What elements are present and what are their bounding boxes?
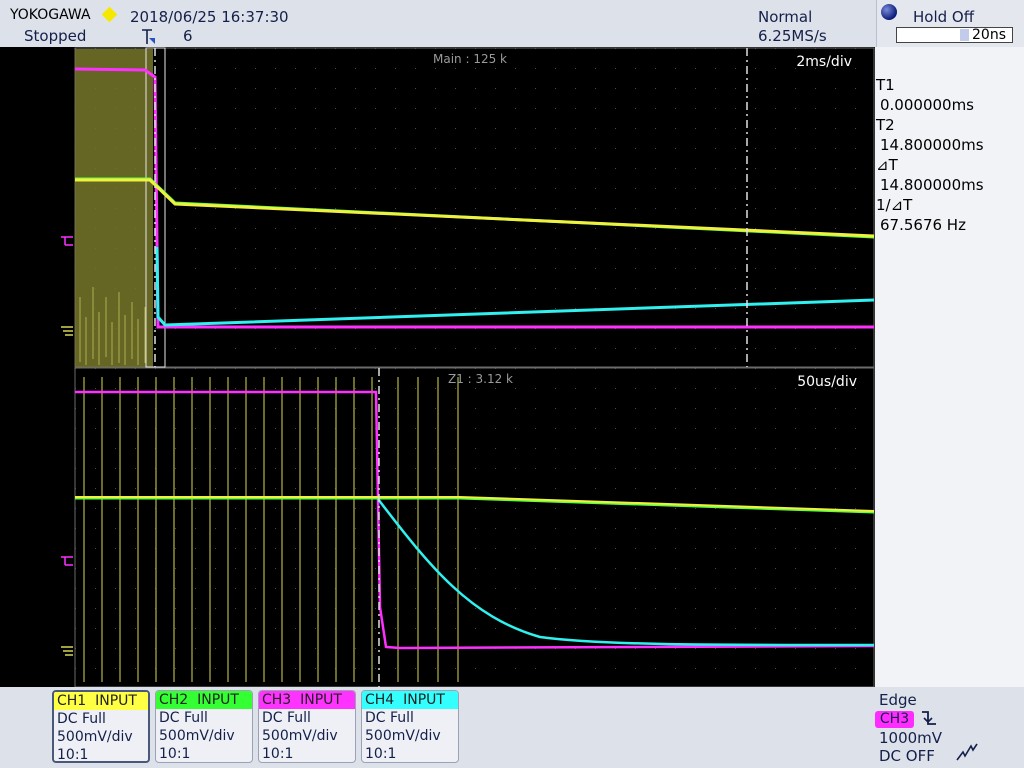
ch2-vdiv: 500mV/div — [159, 728, 235, 744]
sample-rate: 6.25MS/s — [758, 27, 827, 45]
ch2-mode: INPUT — [197, 692, 239, 708]
zoom-window-label: Z1 : 3.12 k — [448, 372, 513, 386]
ch1-header: CH1 INPUT — [54, 692, 148, 710]
trigger-source-badge[interactable]: CH3 — [875, 711, 914, 728]
ch1-vdiv: 500mV/div — [57, 729, 133, 745]
trigger-level: 1000mV — [879, 729, 943, 747]
cursor-dt-value: 14.800000ms — [880, 176, 984, 194]
cursor-t1-label: T1 — [876, 76, 895, 94]
cursor-t1-value: 0.000000ms — [880, 96, 974, 114]
acquisition-count: 6 — [183, 27, 193, 45]
holdoff-input[interactable]: 20ns — [896, 27, 1013, 43]
trigger-level-marker-main — [61, 236, 73, 246]
cursor-inv-dt-value: 67.5676 Hz — [880, 216, 966, 234]
main-timebase: 2ms/div — [796, 54, 852, 70]
ch4-vdiv: 500mV/div — [365, 728, 441, 744]
cursor-dt-label: ⊿T — [876, 156, 898, 174]
ch1-probe: 10:1 — [57, 747, 89, 763]
main-window-label: Main : 125 k — [433, 52, 507, 66]
holdoff-label: Hold Off — [913, 8, 975, 26]
trigger-position-icon — [142, 29, 155, 44]
ch3-vdiv: 500mV/div — [262, 728, 338, 744]
trigger-coupling: DC OFF — [879, 747, 935, 765]
ch4-mode: INPUT — [403, 692, 445, 708]
trigger-level-marker-zoom — [61, 556, 73, 566]
ch4-coupling: DC Full — [365, 710, 414, 726]
ch4-probe: 10:1 — [365, 746, 397, 762]
ch3-mode: INPUT — [300, 692, 342, 708]
brand-logo: YOKOGAWA — [10, 7, 91, 23]
ground-marker-zoom — [61, 646, 73, 656]
ch3-coupling: DC Full — [262, 710, 311, 726]
ch1-name: CH1 — [57, 693, 87, 709]
ch2-probe: 10:1 — [159, 746, 191, 762]
run-state: Stopped — [24, 27, 87, 45]
ch1-card[interactable]: CH1 INPUT DC Full 500mV/div 10:1 — [52, 690, 150, 763]
zoom-window — [61, 367, 875, 687]
ch3-header: CH3 INPUT — [259, 691, 355, 709]
ground-marker-main — [61, 326, 73, 336]
knob-icon[interactable] — [881, 4, 897, 20]
ch1-mode: INPUT — [95, 693, 137, 709]
trigger-type[interactable]: Edge — [879, 691, 917, 709]
date-time: 2018/06/25 16:37:30 — [130, 8, 289, 26]
ch3-probe: 10:1 — [262, 746, 294, 762]
ch2-card[interactable]: CH2 INPUT DC Full 500mV/div 10:1 — [155, 690, 253, 763]
ch4-card[interactable]: CH4 INPUT DC Full 500mV/div 10:1 — [361, 690, 459, 763]
acquisition-mode[interactable]: Normal — [758, 8, 812, 26]
channel-bar — [0, 687, 1024, 768]
noise-reject-icon — [956, 743, 978, 761]
ch2-name: CH2 — [159, 692, 189, 708]
holdoff-value: 20ns — [972, 27, 1006, 43]
ch4-name: CH4 — [365, 692, 395, 708]
main-window — [61, 47, 875, 368]
ch3-name: CH3 — [262, 692, 292, 708]
zoom-region-highlight — [75, 49, 153, 367]
ch3-card[interactable]: CH3 INPUT DC Full 500mV/div 10:1 — [258, 690, 356, 763]
ch4-header: CH4 INPUT — [362, 691, 458, 709]
cursor-inv-dt-label: 1/⊿T — [876, 196, 913, 214]
ch2-header: CH2 INPUT — [156, 691, 252, 709]
brand-diamond-icon — [101, 6, 118, 23]
zoom-timebase: 50us/div — [797, 374, 857, 390]
cursor-t2-label: T2 — [876, 116, 895, 134]
text-cursor — [960, 29, 969, 41]
cursor-t2-value: 14.800000ms — [880, 136, 984, 154]
ch2-coupling: DC Full — [159, 710, 208, 726]
waveform-display[interactable]: Main : 125 k 2ms/div Z1 : 3.12 k 50us/di… — [0, 47, 875, 687]
ch1-coupling: DC Full — [57, 711, 106, 727]
falling-edge-icon — [922, 711, 936, 725]
